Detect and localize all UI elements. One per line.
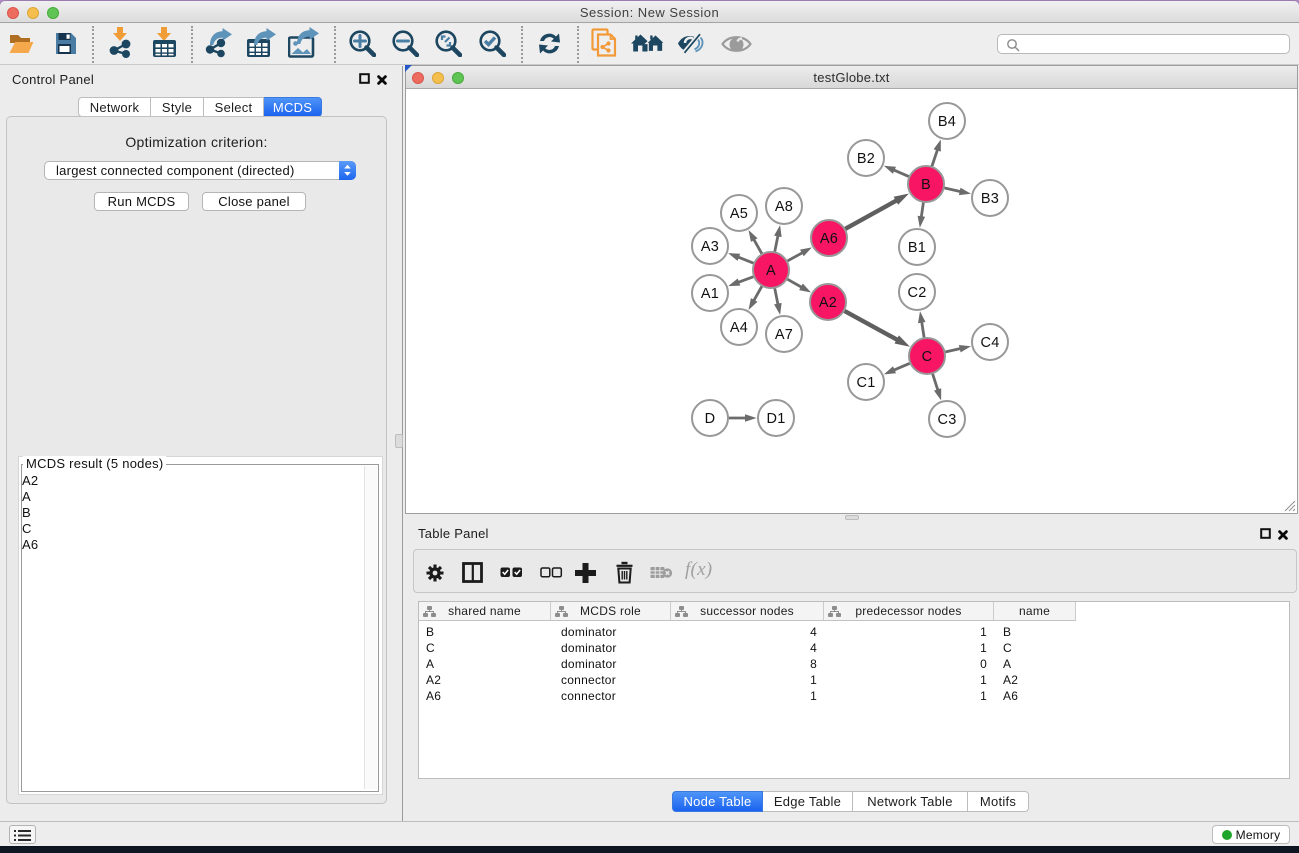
svg-text:A3: A3 xyxy=(701,239,719,255)
svg-text:A: A xyxy=(766,263,776,279)
svg-text:D1: D1 xyxy=(766,411,785,427)
svg-text:A7: A7 xyxy=(775,327,793,343)
svg-text:A8: A8 xyxy=(775,199,793,215)
svg-text:A2: A2 xyxy=(819,295,837,311)
svg-text:B: B xyxy=(921,177,931,193)
svg-text:C4: C4 xyxy=(980,335,999,351)
svg-text:A4: A4 xyxy=(730,320,748,336)
svg-text:B3: B3 xyxy=(981,191,999,207)
svg-text:B4: B4 xyxy=(938,114,956,130)
svg-text:D: D xyxy=(705,411,716,427)
svg-text:C1: C1 xyxy=(856,375,875,391)
svg-text:C2: C2 xyxy=(907,285,926,301)
svg-text:A5: A5 xyxy=(730,206,748,222)
svg-text:B1: B1 xyxy=(908,240,926,256)
svg-text:A1: A1 xyxy=(701,286,719,302)
svg-text:C: C xyxy=(922,349,933,365)
svg-text:B2: B2 xyxy=(857,151,875,167)
svg-text:A6: A6 xyxy=(820,231,838,247)
svg-text:C3: C3 xyxy=(937,412,956,428)
